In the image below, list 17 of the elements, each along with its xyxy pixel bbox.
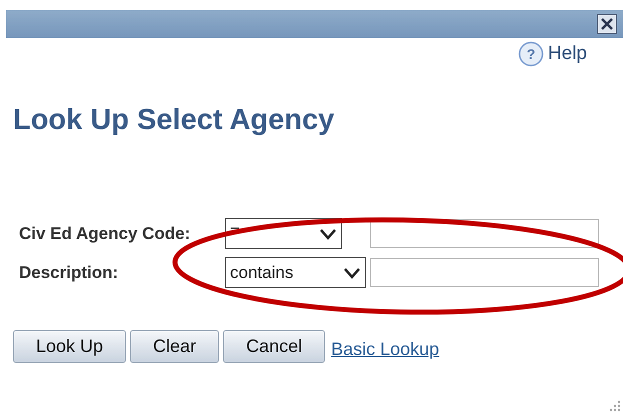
page-heading: Look Up Select Agency (13, 102, 336, 138)
action-button[interactable]: Look Up (13, 330, 126, 363)
resize-grip-icon (607, 398, 621, 412)
close-button[interactable] (597, 14, 617, 34)
operator-value: contains (230, 262, 294, 284)
chevron-down-icon (319, 228, 337, 240)
value-field[interactable] (370, 219, 599, 248)
chevron-down-icon (343, 266, 361, 278)
field-label: Description: (19, 262, 120, 284)
action-button[interactable]: Cancel (223, 330, 326, 363)
action-button[interactable]: Clear (130, 330, 220, 363)
basic-lookup-link[interactable]: Basic Lookup (331, 336, 440, 363)
help-icon: ? (518, 41, 544, 68)
help-link[interactable]: ? Help (518, 40, 587, 68)
field-label: Civ Ed Agency Code: (19, 222, 192, 245)
operator-select[interactable]: contains (225, 257, 366, 288)
value-field[interactable] (370, 258, 599, 287)
